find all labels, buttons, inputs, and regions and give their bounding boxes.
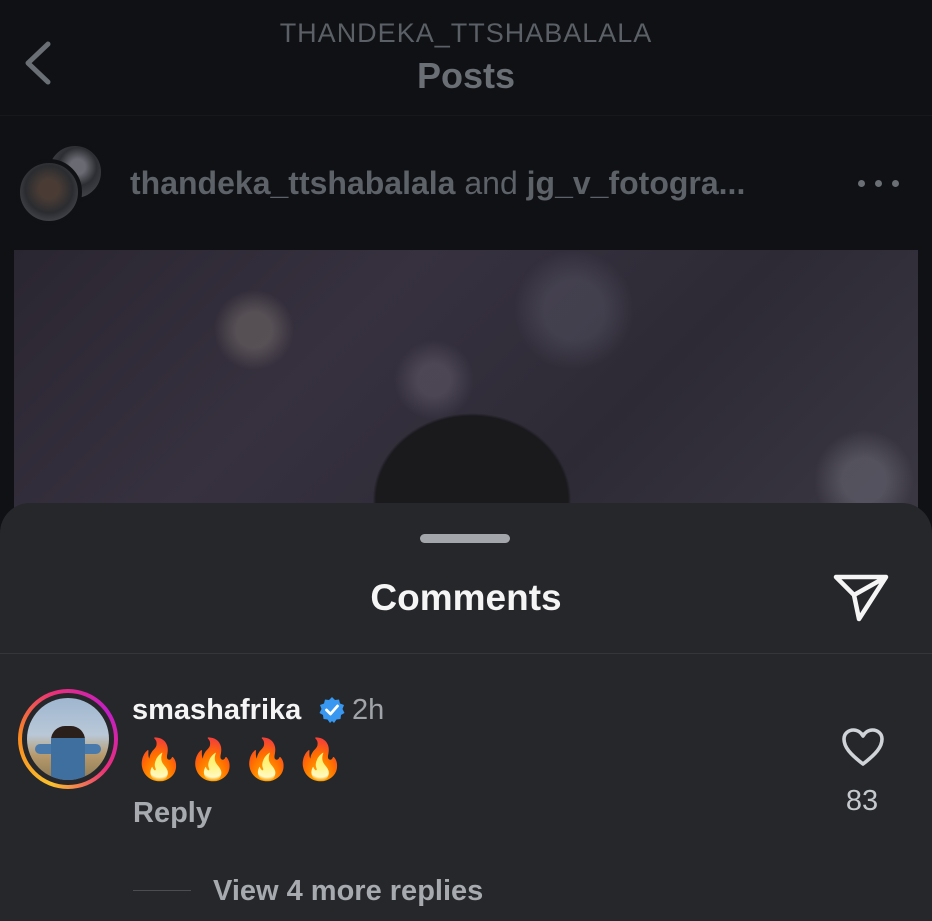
authors-conjunction: and — [464, 165, 518, 201]
comment-timestamp: 2h — [352, 694, 385, 726]
comment-item: smashafrika 2h 🔥🔥🔥🔥 Reply 83 View 4 more… — [0, 654, 932, 921]
page-title: Posts — [416, 55, 516, 96]
like-count: 83 — [845, 785, 879, 817]
post-authors[interactable]: thandeka_ttshabalala and jg_v_fotogra... — [130, 165, 745, 202]
post-owner-username[interactable]: thandeka_ttshabalala — [130, 165, 455, 201]
commenter-username[interactable]: smashafrika — [132, 694, 301, 727]
sheet-drag-handle[interactable] — [420, 534, 510, 543]
paper-plane-icon[interactable] — [832, 571, 890, 623]
owner-avatar — [16, 159, 82, 225]
post-header: thandeka_ttshabalala and jg_v_fotogra... — [0, 115, 932, 250]
more-horizontal-icon[interactable] — [858, 177, 900, 191]
replies-divider-line — [133, 890, 191, 891]
comments-title: Comments — [370, 577, 562, 618]
post-image[interactable] — [14, 250, 918, 530]
heart-outline-icon[interactable] — [840, 726, 886, 768]
top-navigation-bar: THANDEKA_TTSHABALALA Posts — [0, 0, 932, 116]
view-replies-button[interactable]: View 4 more replies — [213, 875, 483, 908]
reply-button[interactable]: Reply — [133, 797, 212, 830]
comments-sheet: Comments smashafrika 2h 🔥🔥🔥🔥 Reply 83 Vi… — [0, 503, 932, 921]
comment-text: 🔥🔥🔥🔥 — [134, 738, 350, 782]
story-ring[interactable] — [18, 689, 118, 789]
post-collaborator-username[interactable]: jg_v_fotogra... — [527, 165, 746, 201]
header-username: THANDEKA_TTSHABALALA — [279, 18, 653, 48]
collab-avatars[interactable] — [16, 143, 106, 227]
commenter-avatar — [27, 698, 109, 780]
verified-badge-icon — [319, 697, 345, 723]
